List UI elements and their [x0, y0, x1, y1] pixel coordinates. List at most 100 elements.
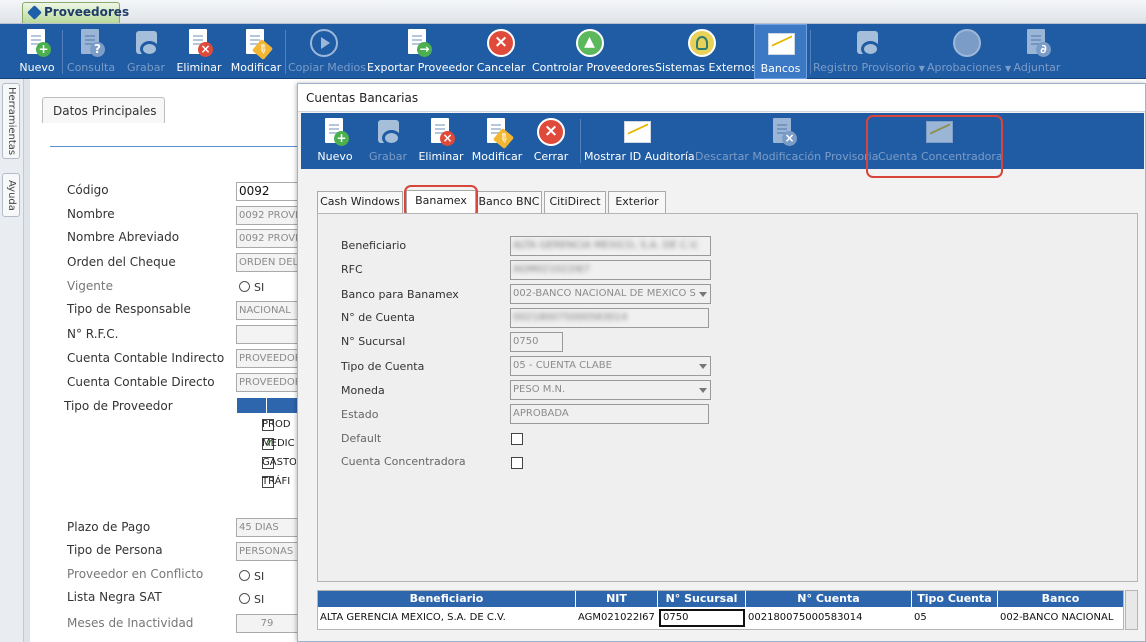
tipo-cuenta-select[interactable]: 05 - CUENTA CLABE: [510, 356, 711, 376]
dlg-grabar-button[interactable]: Grabar: [365, 113, 411, 168]
tipo-persona-field[interactable]: PERSONAS M: [236, 542, 298, 561]
grabar-button[interactable]: Grabar: [122, 24, 170, 79]
rfc-field[interactable]: AGM021022I67: [510, 260, 711, 280]
tab-banco-bnc[interactable]: Banco BNC: [476, 191, 542, 213]
exportar-proveedor-button[interactable]: → Exportar Proveedor: [367, 24, 474, 79]
plazo-pago-field[interactable]: 45 DIAS: [236, 518, 298, 537]
radio-label: SI: [254, 570, 265, 583]
col-sucursal[interactable]: N° Sucursal: [658, 591, 746, 607]
tipo-cuenta-label: Tipo de Cuenta: [341, 360, 425, 373]
tipo-proveedor-item[interactable]: GASTO: [236, 453, 296, 472]
moneda-label: Moneda: [341, 384, 385, 397]
moneda-select[interactable]: PESO M.N.: [510, 380, 711, 400]
tipo-proveedor-item[interactable]: PROD: [236, 415, 296, 434]
default-checkbox[interactable]: [511, 433, 523, 445]
col-banco[interactable]: Banco: [998, 591, 1123, 607]
rfc-field[interactable]: [236, 325, 298, 344]
table-cell[interactable]: AGM021022I67: [576, 609, 658, 627]
col-beneficiario[interactable]: Beneficiario: [318, 591, 576, 607]
grid-header: Beneficiario NIT N° Sucursal N° Cuenta T…: [318, 591, 1123, 607]
table-cell[interactable]: 05: [912, 609, 998, 627]
tab-herramientas[interactable]: Herramientas: [2, 83, 20, 159]
dlg-modificar-button[interactable]: ✎ Modificar: [471, 113, 523, 168]
nuevo-button[interactable]: + Nuevo: [17, 24, 57, 79]
tab-proveedores[interactable]: Proveedores: [22, 2, 129, 23]
tipo-persona-label: Tipo de Persona: [67, 543, 163, 557]
chevron-down-icon: [699, 364, 707, 369]
tipo-proveedor-item[interactable]: TRÁFI: [236, 472, 296, 491]
conflicto-si-radio[interactable]: [239, 570, 250, 581]
tab-exterior[interactable]: Exterior: [608, 191, 666, 213]
col-tipo-cuenta[interactable]: Tipo Cuenta: [912, 591, 998, 607]
adjuntar-button[interactable]: ∂ Adjuntar: [1013, 24, 1061, 79]
approval-icon: [952, 28, 982, 58]
edit-doc-icon: ✎: [482, 117, 515, 150]
dlg-eliminar-button[interactable]: × Eliminar: [417, 113, 465, 168]
tab-label: Proveedores: [44, 5, 130, 19]
chart-icon: [622, 117, 652, 147]
table-cell[interactable]: 002180075000583014: [746, 609, 912, 627]
cuentas-bancarias-dialog: Cuentas Bancarias + Nuevo Grabar × Elimi…: [297, 83, 1146, 642]
chevron-down-icon: [699, 388, 707, 393]
thumbs-up-icon: ▲: [575, 28, 605, 58]
tab-ayuda[interactable]: Ayuda: [2, 173, 20, 217]
registro-provisorio-button[interactable]: Registro Provisorio ▼: [813, 24, 925, 79]
aprobaciones-button[interactable]: Aprobaciones ▼: [927, 24, 1011, 79]
cancelar-button[interactable]: × Cancelar: [476, 24, 526, 79]
vigente-si-radio[interactable]: [239, 281, 250, 292]
tab-datos-principales[interactable]: Datos Principales: [42, 97, 165, 123]
discard-doc-icon: ×: [768, 117, 798, 147]
eliminar-button[interactable]: × Eliminar: [175, 24, 223, 79]
nombre-abreviado-field[interactable]: 0092 PROVE: [236, 229, 298, 248]
nombre-label: Nombre: [67, 207, 115, 221]
plazo-pago-label: Plazo de Pago: [67, 520, 151, 534]
col-cuenta[interactable]: N° Cuenta: [746, 591, 912, 607]
beneficiario-field[interactable]: ALTA GERENCIA MEXICO, S.A. DE C.V.: [510, 236, 711, 256]
save-icon: [373, 117, 403, 147]
cuenta-field[interactable]: 002180075000583014: [510, 308, 709, 328]
dlg-nuevo-button[interactable]: + Nuevo: [315, 113, 355, 168]
dialog-toolbar: + Nuevo Grabar × Eliminar ✎ Modificar × …: [301, 113, 1144, 169]
cuenta-indirecto-field[interactable]: PROVEEDOR: [236, 349, 298, 368]
controlar-proveedores-button[interactable]: ▲ Controlar Proveedores: [532, 24, 655, 79]
dlg-cerrar-button[interactable]: × Cerrar: [529, 113, 573, 168]
tipo-responsable-field[interactable]: NACIONAL: [236, 301, 298, 320]
cuenta-directo-field[interactable]: PROVEEDOR: [236, 373, 298, 392]
codigo-field[interactable]: 0092: [236, 182, 298, 201]
external-systems-icon: [687, 28, 717, 58]
copiar-medios-button[interactable]: Copiar Medios: [288, 24, 366, 79]
attach-doc-icon: ∂: [1022, 28, 1052, 58]
meses-inactividad-field[interactable]: 79: [236, 614, 298, 633]
dlg-descartar-button[interactable]: × Descartar Modificación Provisoria: [695, 113, 878, 168]
table-cell[interactable]: 002-BANCO NACIONAL: [998, 609, 1123, 627]
table-cell[interactable]: ALTA GERENCIA MEXICO, S.A. DE C.V.: [318, 609, 576, 627]
concentradora-checkbox[interactable]: [511, 457, 523, 469]
modificar-button[interactable]: ✎ Modificar: [229, 24, 283, 79]
consulta-button[interactable]: ? Consulta: [65, 24, 117, 79]
sistemas-externos-button[interactable]: Sistemas Externos: [655, 24, 757, 79]
query-doc-icon: ?: [76, 28, 106, 58]
sucursal-field[interactable]: 0750: [510, 332, 563, 352]
lista-negra-label: Lista Negra SAT: [67, 590, 162, 604]
bancos-button[interactable]: Bancos: [754, 24, 807, 79]
radio-label: SI: [254, 281, 265, 294]
tab-citidirect[interactable]: CitiDirect: [544, 191, 606, 213]
dlg-mostrar-auditoria-button[interactable]: Mostrar ID Auditoría: [584, 113, 695, 168]
edit-doc-icon: ✎: [241, 28, 274, 61]
tab-cash-windows[interactable]: Cash Windows: [317, 191, 403, 213]
table-cell[interactable]: 0750: [659, 609, 745, 627]
estado-field[interactable]: APROBADA: [510, 404, 709, 424]
export-doc-icon: →: [403, 28, 433, 58]
codigo-label: Código: [67, 183, 109, 197]
rfc-label: RFC: [341, 263, 363, 276]
grid-scrollbar[interactable]: [1125, 590, 1138, 630]
lista-negra-si-radio[interactable]: [239, 593, 250, 604]
tipo-responsable-label: Tipo de Responsable: [67, 302, 191, 316]
save-icon: [852, 28, 882, 58]
orden-cheque-field[interactable]: ORDEN DEL: [236, 253, 298, 272]
tipo-proveedor-item[interactable]: MEDIC: [236, 434, 296, 453]
col-nit[interactable]: NIT: [576, 591, 658, 607]
banco-select[interactable]: 002-BANCO NACIONAL DE MEXICO S: [510, 284, 711, 304]
tipo-proveedor-label: Tipo de Proveedor: [64, 399, 173, 413]
nombre-field[interactable]: 0092 PROVE: [236, 206, 298, 225]
